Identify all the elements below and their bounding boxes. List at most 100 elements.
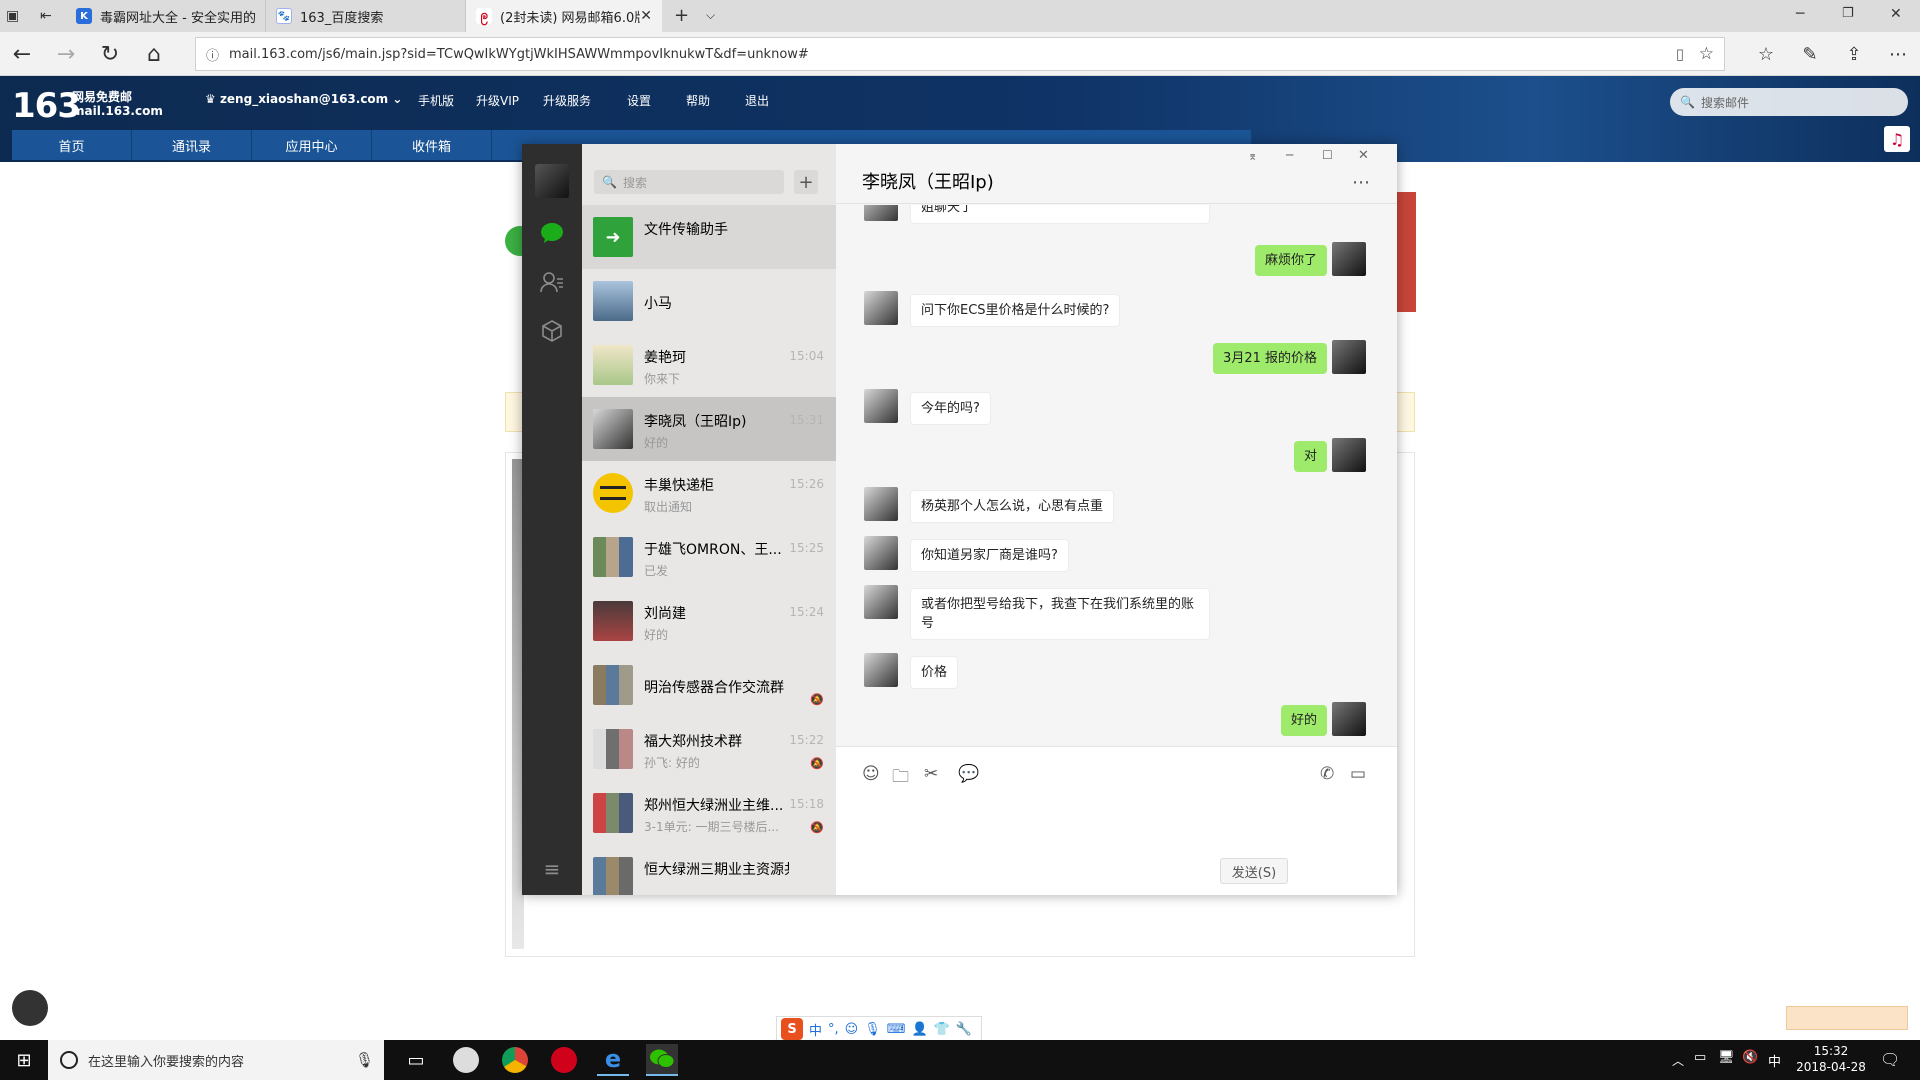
favorite-star-icon[interactable]: ☆ [1699, 44, 1714, 64]
folder-icon[interactable]: 🗀 [892, 764, 909, 793]
chat-history-icon[interactable]: 💬 [958, 764, 979, 784]
tab-baidu[interactable]: 🐾 163_百度搜索 [266, 0, 466, 32]
reading-view-icon[interactable]: ▯ [1676, 45, 1684, 63]
microphone-icon[interactable]: 🎙 [864, 1022, 881, 1037]
punctuation-icon[interactable]: °, [828, 1022, 839, 1037]
notification-center-icon[interactable]: 🗨 [1880, 1050, 1900, 1069]
address-bar[interactable]: ⓘ mail.163.com/js6/main.jsp?sid=TCwQwIkW… [195, 37, 1725, 71]
windows-start-icon[interactable]: ⊞ [8, 1044, 40, 1076]
menu-help[interactable]: 帮助 [686, 92, 710, 109]
maximize-icon[interactable]: ☐ [1322, 148, 1333, 162]
list-item[interactable]: 福大郑州技术群 孙飞: 好的 15:22 🔕 [582, 717, 836, 781]
forward-icon[interactable]: → [50, 38, 82, 70]
list-item[interactable]: 郑州恒大绿洲业主维... 3-1单元: 一期三号楼后... 15:18 🔕 [582, 781, 836, 845]
file-transfer-icon: ➜ [593, 217, 633, 257]
tab-manager-icon[interactable]: ▣ [6, 8, 19, 24]
close-icon[interactable]: ✕ [640, 8, 652, 24]
edge-icon[interactable]: e [597, 1044, 629, 1076]
ime-toolbar[interactable]: S 中 °, ☺ 🎙 ⌨ 👤 👕 🔧 [776, 1016, 982, 1042]
tab-netease-mail[interactable]: ဨ (2封未读) 网易邮箱6.0版 ✕ [466, 0, 662, 32]
pen-notes-icon[interactable]: ✎ [1794, 38, 1826, 70]
avatar [864, 205, 898, 221]
chat-info-more-icon[interactable]: ⋯ [1352, 172, 1370, 193]
menu-settings[interactable]: 设置 [627, 92, 651, 109]
mail-search-input[interactable]: 🔍 搜索邮件 [1670, 88, 1908, 116]
refresh-icon[interactable]: ↻ [94, 38, 126, 70]
ime-mode[interactable]: 中 [809, 1020, 822, 1039]
favorites-hub-icon[interactable]: ☆ [1750, 38, 1782, 70]
home-icon[interactable]: ⌂ [138, 38, 170, 70]
taskbar-search-input[interactable]: 在这里输入你要搜索的内容 🎙 [48, 1040, 384, 1080]
pin-icon[interactable]: ⌆ [1248, 150, 1257, 163]
menu-mobile[interactable]: 手机版 [418, 92, 454, 109]
menu-icon[interactable]: ≡ [537, 854, 567, 884]
share-icon[interactable]: ⇪ [1838, 38, 1870, 70]
send-button[interactable]: 发送(S) [1220, 858, 1288, 884]
tab-preview-icon[interactable]: ⇤ [40, 8, 52, 24]
list-item[interactable]: ➜ 文件传输助手 [582, 205, 836, 269]
screenshot-scissors-icon[interactable]: ✂ [924, 764, 938, 784]
mute-icon: 🔕 [810, 693, 824, 706]
user-icon[interactable]: 👤 [912, 1022, 928, 1037]
menu-upgrade[interactable]: 升级服务 [543, 92, 591, 109]
nav-tab-home[interactable]: 首页 [12, 130, 132, 160]
chrome-icon[interactable] [499, 1044, 531, 1076]
conv-time: 15:24 [789, 605, 824, 619]
voice-call-icon[interactable]: ✆ [1320, 764, 1334, 784]
list-item[interactable]: 明治传感器合作交流群 🔕 [582, 653, 836, 717]
new-tab-icon[interactable]: + [674, 5, 689, 26]
input-area[interactable] [836, 746, 1397, 895]
list-item[interactable]: 恒大绿洲三期业主资源共... [582, 845, 836, 895]
app-icon[interactable] [450, 1044, 482, 1076]
minimize-icon[interactable]: ─ [1796, 6, 1804, 22]
menu-vip[interactable]: 升级VIP [476, 92, 519, 109]
list-item[interactable]: 丰巢快递柜 取出通知 15:26 [582, 461, 836, 525]
battery-icon[interactable]: ▭ [1694, 1050, 1706, 1065]
add-chat-button[interactable]: + [794, 170, 818, 194]
input-language[interactable]: 中 [1768, 1051, 1781, 1070]
contacts-icon[interactable] [537, 267, 567, 297]
nav-tab-apps[interactable]: 应用中心 [252, 130, 372, 160]
task-view-icon[interactable]: ▭ [400, 1044, 432, 1076]
favorites-box-icon[interactable] [537, 316, 567, 346]
close-icon[interactable]: ✕ [1358, 148, 1369, 163]
nav-tab-inbox[interactable]: 收件箱 [372, 130, 492, 160]
mail-logo[interactable]: 163 [12, 86, 81, 126]
list-item[interactable]: 姜艳珂 你来下 15:04 [582, 333, 836, 397]
keyboard-icon[interactable]: ⌨ [887, 1022, 906, 1037]
app-launcher-icon[interactable] [12, 990, 48, 1026]
volume-icon[interactable]: 🔇 [1742, 1050, 1758, 1065]
wechat-search-input[interactable]: 🔍 搜索 [594, 170, 784, 194]
close-window-icon[interactable]: ✕ [1890, 6, 1902, 22]
skin-shirt-icon[interactable]: 👕 [934, 1022, 950, 1037]
clock[interactable]: 15:32 2018-04-28 [1786, 1043, 1876, 1075]
music-icon[interactable]: ♫ [1884, 126, 1910, 152]
wrench-icon[interactable]: 🔧 [956, 1022, 972, 1037]
minimize-icon[interactable]: ─ [1286, 148, 1293, 162]
emoji-icon[interactable]: ☺ [845, 1022, 859, 1037]
float-toolbar[interactable] [1786, 1006, 1908, 1030]
more-icon[interactable]: ⋯ [1882, 38, 1914, 70]
conv-time: 15:04 [789, 349, 824, 363]
video-call-icon[interactable]: ▭ [1350, 764, 1366, 784]
show-hidden-icons-icon[interactable]: ︿ [1672, 1052, 1684, 1069]
my-avatar[interactable] [535, 164, 569, 198]
list-item[interactable]: 于雄飞OMRON、王... 已发 15:25 [582, 525, 836, 589]
list-item[interactable]: 刘尚建 好的 15:24 [582, 589, 836, 653]
account-menu[interactable]: ♛ zeng_xiaoshan@163.com ⌄ [205, 92, 402, 106]
nav-tab-contacts[interactable]: 通讯录 [132, 130, 252, 160]
avatar [593, 281, 633, 321]
back-icon[interactable]: ← [6, 38, 38, 70]
chat-icon[interactable] [537, 218, 567, 248]
netease-app-icon[interactable] [548, 1044, 580, 1076]
restore-icon[interactable]: ❐ [1842, 6, 1854, 21]
microphone-icon[interactable]: 🎙 [355, 1051, 374, 1069]
emoji-icon[interactable]: ☺ [862, 764, 880, 784]
menu-logout[interactable]: 退出 [745, 92, 769, 109]
network-icon[interactable]: 🖥 [1718, 1050, 1735, 1065]
tab-duba[interactable]: K 毒霸网址大全 - 安全实用的 [66, 0, 266, 32]
wechat-taskbar-icon[interactable] [646, 1044, 678, 1076]
chevron-down-icon[interactable]: ⌵ [706, 8, 715, 23]
list-item[interactable]: 小马 [582, 269, 836, 333]
list-item-selected[interactable]: 李晓凤（王昭Ip) 好的 15:31 [582, 397, 836, 461]
